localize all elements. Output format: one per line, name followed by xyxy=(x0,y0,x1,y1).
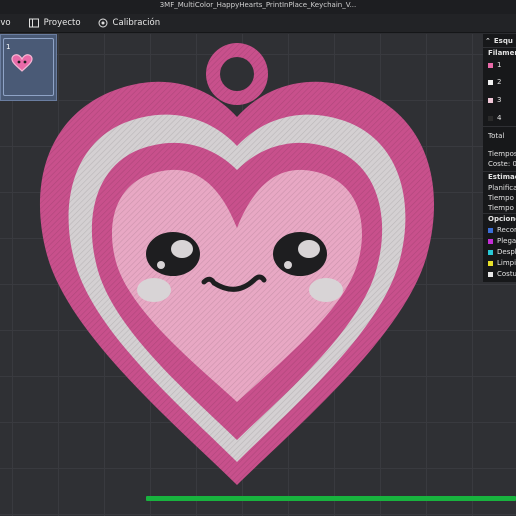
sidebar-panel: ⌃Esqu Filamento 1 2 3 4 Total Tiempos e … xyxy=(483,34,516,282)
plate-thumbnail[interactable]: 1 xyxy=(0,34,57,101)
left-eye xyxy=(146,232,200,276)
keyring-loop xyxy=(206,43,268,105)
estimation-item: Planificar xyxy=(488,184,516,192)
filament-2: 2 xyxy=(488,78,501,86)
total-label: Total xyxy=(488,132,505,140)
menu-item-calibracion[interactable]: Calibración xyxy=(98,18,161,28)
estimation-item: Tiempo d xyxy=(488,194,516,202)
menu-item-label: Calibración xyxy=(112,18,161,28)
menu-item-label: ivo xyxy=(0,18,11,28)
time-label: Tiempos e xyxy=(488,150,516,158)
estimation-item: Tiempo to xyxy=(488,204,516,212)
title-bar: 3MF_MultiColor_HappyHearts_PrintInPlace_… xyxy=(0,0,516,14)
menu-item-label: Proyecto xyxy=(43,18,81,28)
options-label: Opciones xyxy=(488,215,516,223)
3d-viewport[interactable] xyxy=(0,34,516,516)
estimation-label: Estimació xyxy=(488,173,516,181)
calibration-icon xyxy=(98,18,108,28)
option-item[interactable]: Costur xyxy=(488,270,516,278)
plate-number: 1 xyxy=(6,43,11,51)
plate-preview-icon xyxy=(11,54,33,72)
window-title: 3MF_MultiColor_HappyHearts_PrintInPlace_… xyxy=(159,1,357,9)
filaments-label: Filamento xyxy=(488,49,516,57)
left-cheek xyxy=(137,278,171,302)
menu-bar: ivo Proyecto Calibración xyxy=(0,14,516,33)
keychain-model[interactable] xyxy=(0,34,516,516)
filament-1: 1 xyxy=(488,61,501,69)
filament-4: 4 xyxy=(488,114,501,122)
menu-item-archivo[interactable]: ivo xyxy=(0,18,11,28)
project-icon xyxy=(28,18,39,28)
option-item[interactable]: Recorri xyxy=(488,226,516,234)
chevron-up-icon[interactable]: ⌃ xyxy=(485,37,491,45)
option-item[interactable]: Despla xyxy=(488,248,516,256)
slicing-progress-bar xyxy=(146,496,516,501)
right-eye xyxy=(273,232,327,276)
menu-item-proyecto[interactable]: Proyecto xyxy=(28,18,81,28)
option-item[interactable]: Plegar xyxy=(488,237,516,245)
right-cheek xyxy=(309,278,343,302)
panel-header[interactable]: ⌃ Esqu xyxy=(485,37,513,45)
cost-row: Coste: 0. xyxy=(488,160,516,168)
option-item[interactable]: Limpia xyxy=(488,259,516,267)
filament-3: 3 xyxy=(488,96,501,104)
